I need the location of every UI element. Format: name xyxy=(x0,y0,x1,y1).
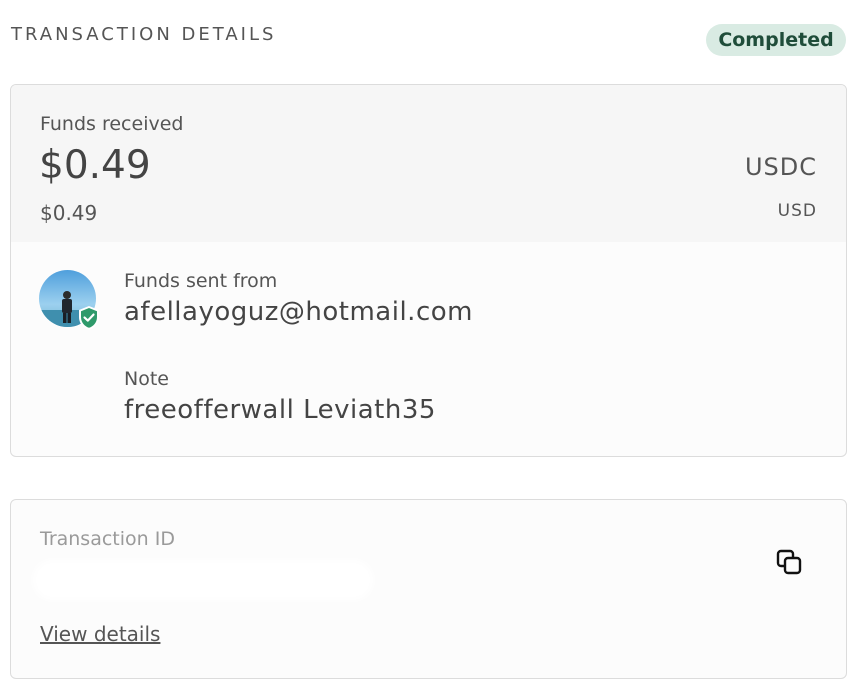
note-value: freeofferwall Leviath35 xyxy=(124,395,436,425)
transaction-id-redacted xyxy=(33,560,373,600)
converted-currency: USD xyxy=(777,201,817,221)
view-details-link[interactable]: View details xyxy=(40,622,160,646)
transaction-id-label: Transaction ID xyxy=(40,528,175,550)
note-label: Note xyxy=(124,368,169,390)
amount-value: $0.49 xyxy=(39,143,151,188)
shield-check-icon xyxy=(79,306,99,330)
transaction-summary-card: Funds received $0.49 USDC $0.49 USD Fund… xyxy=(10,84,847,457)
transaction-id-card: Transaction ID View details xyxy=(10,499,847,679)
amount-currency: USDC xyxy=(744,153,817,181)
sender-email: afellayoguz@hotmail.com xyxy=(124,297,473,327)
funds-received-label: Funds received xyxy=(40,113,184,135)
funds-sent-from-label: Funds sent from xyxy=(124,270,278,292)
converted-amount: $0.49 xyxy=(40,201,98,225)
amount-section: Funds received $0.49 USDC $0.49 USD xyxy=(11,85,846,242)
copy-icon[interactable] xyxy=(775,548,803,576)
page-title: TRANSACTION DETAILS xyxy=(11,24,277,45)
status-badge: Completed xyxy=(706,24,846,56)
